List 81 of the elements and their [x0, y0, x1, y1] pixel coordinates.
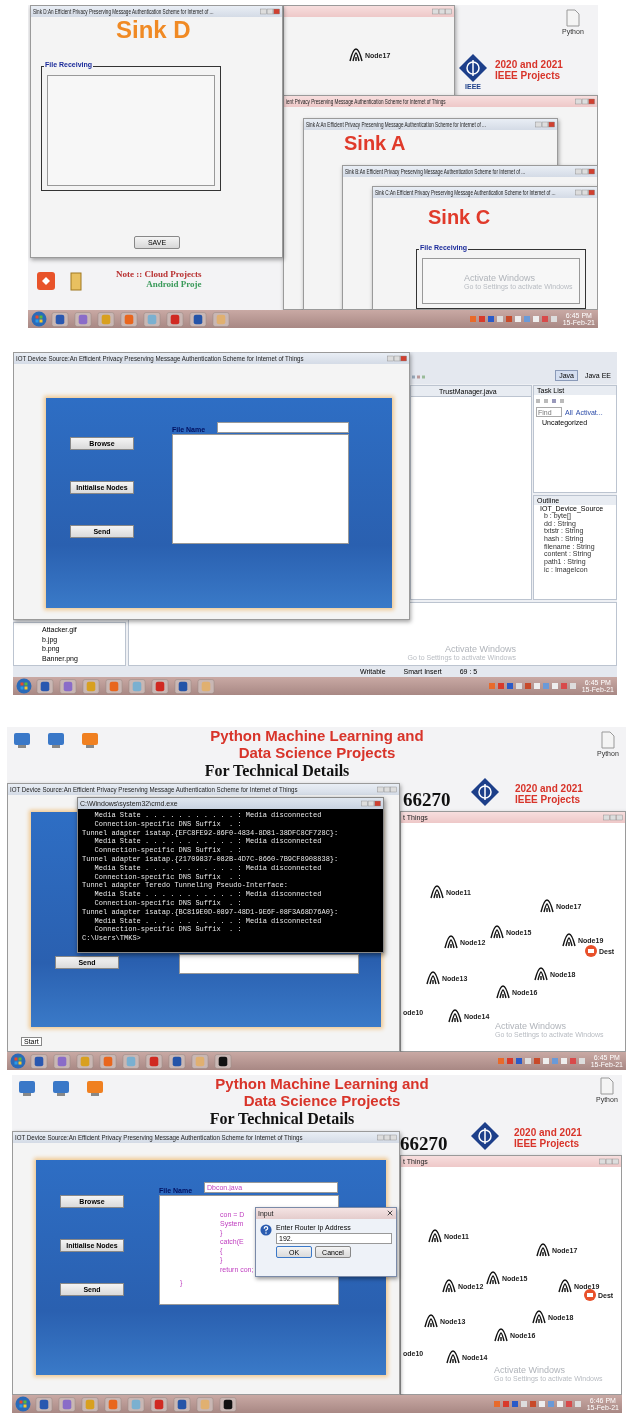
desktop-shortcut-icon[interactable]	[36, 271, 56, 291]
headline-text: Data Science Projects	[238, 744, 396, 762]
signal-node-icon[interactable]	[496, 985, 510, 999]
signal-node-icon[interactable]	[534, 967, 548, 981]
document-icon[interactable]	[600, 731, 615, 749]
signal-node-icon[interactable]	[486, 1271, 500, 1285]
diamond-logo-icon	[470, 1121, 500, 1151]
signal-node-icon[interactable]	[430, 885, 444, 899]
banner-text: IEEE Projects	[515, 794, 582, 805]
text-area[interactable]	[47, 75, 215, 186]
signal-node-icon[interactable]	[424, 1314, 438, 1328]
banner-text: IEEE Projects	[514, 1138, 581, 1149]
signal-node-icon[interactable]	[349, 48, 363, 62]
activation-notice: Activate Windows	[464, 273, 537, 283]
headline-text: Data Science Projects	[243, 1092, 401, 1110]
desktop-shortcut-icon[interactable]	[46, 730, 66, 750]
note-text: Android Proje	[146, 279, 202, 289]
signal-node-icon[interactable]	[536, 1243, 550, 1257]
signal-node-icon[interactable]	[558, 1279, 572, 1293]
file-name-field[interactable]	[217, 422, 349, 433]
sink-heading: Sink C	[428, 207, 491, 227]
subline-text: For Technical Details	[204, 761, 350, 780]
tray-icons-drawing[interactable]	[488, 681, 579, 691]
desktop-shortcut-icon[interactable]	[12, 730, 32, 750]
diamond-logo-icon	[458, 53, 488, 83]
text-area[interactable]	[172, 434, 349, 544]
desktop-shortcut-icon[interactable]	[80, 730, 100, 750]
window-controls-icon[interactable]	[575, 98, 595, 105]
tray-icons-drawing[interactable]	[469, 314, 560, 324]
sink-heading: Sink D	[116, 18, 191, 42]
banner-text: 2020 and 2021	[495, 60, 563, 71]
signal-node-icon[interactable]	[442, 1279, 456, 1293]
subline-text: For Technical Details	[209, 1109, 355, 1128]
start-orb-icon[interactable]	[16, 678, 32, 694]
signal-node-icon[interactable]	[562, 933, 576, 947]
taskbar-app-icon[interactable]	[218, 1396, 238, 1412]
banner-text: 2020 and 2021	[515, 784, 583, 795]
tray-icons-drawing[interactable]	[493, 1399, 584, 1409]
window-controls-icon[interactable]	[361, 800, 381, 807]
desktop-shortcut-icon[interactable]	[85, 1078, 105, 1098]
phone-fragment: 66270	[403, 789, 451, 811]
signal-node-icon[interactable]	[444, 935, 458, 949]
destination-node-icon[interactable]	[585, 945, 597, 957]
banner-text: IEEE Projects	[495, 70, 562, 81]
document-icon[interactable]	[565, 9, 580, 27]
window-controls-icon[interactable]	[575, 168, 595, 175]
signal-node-icon[interactable]	[490, 925, 504, 939]
signal-node-icon[interactable]	[448, 1009, 462, 1023]
headline-text: Python Machine Learning and	[210, 727, 424, 745]
document-icon[interactable]	[599, 1077, 614, 1095]
close-icon[interactable]	[387, 1210, 393, 1216]
sink-heading: Sink A	[344, 133, 406, 153]
headline-text: Python Machine Learning and	[215, 1075, 429, 1093]
activation-notice: Activate Windows	[444, 644, 516, 654]
signal-node-icon[interactable]	[532, 1310, 546, 1324]
taskbar-app-icon[interactable]	[213, 1053, 233, 1069]
start-orb-icon[interactable]	[31, 311, 47, 327]
signal-node-icon[interactable]	[446, 1350, 460, 1364]
window-controls-icon[interactable]	[260, 8, 280, 15]
signal-node-icon[interactable]	[494, 1328, 508, 1342]
window-controls-icon[interactable]	[535, 121, 555, 128]
text-area[interactable]	[422, 258, 580, 304]
start-orb-icon[interactable]	[10, 1053, 26, 1069]
note-text: Note :: Cloud Projects	[116, 269, 202, 279]
activation-notice: Activate Windows	[495, 1021, 568, 1031]
destination-node-icon[interactable]	[584, 1289, 596, 1301]
activation-notice: Activate Windows	[494, 1365, 567, 1375]
signal-node-icon[interactable]	[428, 1229, 442, 1243]
signal-node-icon[interactable]	[426, 971, 440, 985]
text-area[interactable]	[179, 954, 359, 974]
phone-fragment: 66270	[400, 1133, 448, 1155]
signal-node-icon[interactable]	[540, 899, 554, 913]
desktop-shortcut-icon[interactable]	[17, 1078, 37, 1098]
desktop-shortcut-icon[interactable]	[51, 1078, 71, 1098]
question-icon	[260, 1224, 272, 1236]
tray-icons-drawing[interactable]	[497, 1056, 588, 1066]
banner-text: 2020 and 2021	[514, 1128, 582, 1139]
window-controls-icon[interactable]	[575, 189, 595, 196]
diamond-logo-icon	[470, 777, 500, 807]
window-controls-icon[interactable]	[387, 355, 407, 362]
start-orb-icon[interactable]	[15, 1396, 31, 1412]
